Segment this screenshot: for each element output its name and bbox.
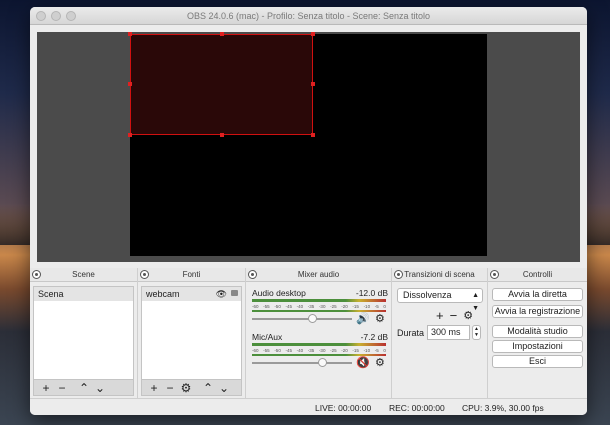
resize-handle-tr[interactable] (311, 32, 315, 36)
source-item-label: webcam (146, 289, 180, 299)
sources-dock-header: Fonti (138, 268, 245, 282)
track-name: Mic/Aux (252, 332, 283, 342)
scenes-dock-header: Scene (30, 268, 137, 282)
preview-area[interactable] (37, 32, 580, 262)
level-meter (252, 299, 386, 302)
sources-dock-title: Fonti (182, 270, 201, 279)
volume-slider-knob[interactable] (318, 358, 327, 367)
mixer-dock: Mixer audio Audio desktop -12.0 dB -60 -5… (246, 268, 392, 398)
transition-select[interactable]: Dissolvenza ▲ ▼ (397, 288, 483, 312)
window-title: OBS 24.0.6 (mac) - Profilo: Senza titolo… (186, 11, 431, 21)
webcam-source-selection[interactable] (128, 32, 315, 137)
duration-label: Durata (397, 328, 425, 338)
gear-icon[interactable]: ⚙ (375, 312, 385, 325)
mixer-dock-title: Mixer audio (297, 270, 340, 279)
mixer-dock-header: Mixer audio (246, 268, 391, 282)
volume-slider-knob[interactable] (308, 314, 317, 323)
studio-mode-button[interactable]: Modalità studio (492, 325, 583, 338)
speaker-icon[interactable]: 🔊 (356, 312, 370, 325)
resize-handle-ml[interactable] (128, 82, 132, 86)
settings-button[interactable]: Impostazioni (492, 340, 583, 353)
start-streaming-button[interactable]: Avvia la diretta (492, 288, 583, 301)
chevron-updown-icon: ▲ ▼ (472, 292, 479, 312)
transitions-dock: Transizioni di scena Dissolvenza ▲ ▼ + − … (392, 268, 488, 398)
scenes-list[interactable]: Scena (33, 286, 134, 380)
add-source-icon[interactable]: + (146, 381, 162, 395)
dock-float-icon[interactable] (248, 270, 257, 279)
resize-handle-bl[interactable] (128, 133, 132, 137)
eye-icon[interactable]: 👁 (216, 287, 227, 301)
close-window-button[interactable] (36, 11, 46, 21)
controls-dock-title: Controlli (522, 270, 553, 279)
move-down-icon[interactable]: ⌄ (216, 381, 232, 395)
add-scene-icon[interactable]: + (38, 381, 54, 395)
cpu-status: CPU: 3.9%, 30.00 fps (462, 403, 544, 413)
track-name: Audio desktop (252, 288, 306, 298)
controls-dock-header: Controlli (488, 268, 587, 282)
remove-transition-icon[interactable]: − (450, 308, 458, 323)
dock-float-icon[interactable] (394, 270, 403, 279)
status-bar: LIVE: 00:00:00 REC: 00:00:00 CPU: 3.9%, … (30, 398, 587, 415)
window-controls (36, 11, 76, 21)
scenes-dock-title: Scene (72, 270, 95, 279)
dock-panels: Scene Scena + − ⌃ ⌄ Fonti webcam 👁 + − ⚙… (30, 268, 587, 398)
remove-source-icon[interactable]: − (162, 381, 178, 395)
minimize-window-button[interactable] (51, 11, 61, 21)
dock-float-icon[interactable] (32, 270, 41, 279)
title-bar[interactable]: OBS 24.0.6 (mac) - Profilo: Senza titolo… (30, 7, 587, 25)
add-transition-icon[interactable]: + (436, 308, 444, 323)
gear-icon[interactable]: ⚙ (375, 356, 385, 369)
duration-input[interactable]: 300 ms (427, 325, 470, 340)
meter-ticks: -60 -55 -50 -45 -40 -35 -30 -25 -20 -15 -10 -5 0 (252, 348, 386, 353)
controls-dock: Controlli Avvia la diretta Avvia la regi… (488, 268, 587, 398)
scenes-toolbar: + − ⌃ ⌄ (33, 380, 134, 396)
volume-slider[interactable] (252, 314, 352, 323)
scenes-dock: Scene Scena + − ⌃ ⌄ (30, 268, 138, 398)
muted-speaker-icon[interactable]: 🔇 (356, 356, 370, 369)
remove-scene-icon[interactable]: − (54, 381, 70, 395)
resize-handle-tl[interactable] (128, 32, 132, 36)
sources-toolbar: + − ⚙ ⌃ ⌄ (141, 380, 242, 396)
sources-dock: Fonti webcam 👁 + − ⚙ ⌃ ⌄ (138, 268, 246, 398)
lock-icon[interactable] (231, 290, 238, 296)
move-up-icon[interactable]: ⌃ (76, 381, 92, 395)
preview-canvas[interactable] (128, 32, 487, 256)
transitions-dock-title: Transizioni di scena (404, 270, 475, 279)
duration-stepper[interactable]: ▲ ▼ (472, 325, 481, 340)
dock-float-icon[interactable] (490, 270, 499, 279)
meter-ticks: -60 -55 -50 -45 -40 -35 -30 -25 -20 -15 -10 -5 0 (252, 304, 386, 309)
sources-list[interactable]: webcam 👁 (141, 286, 242, 380)
gear-icon[interactable]: ⚙ (178, 381, 194, 395)
move-up-icon[interactable]: ⌃ (200, 381, 216, 395)
move-down-icon[interactable]: ⌄ (92, 381, 108, 395)
start-recording-button[interactable]: Avvia la registrazione (492, 305, 583, 318)
scene-item[interactable]: Scena (34, 287, 133, 301)
level-meter (252, 343, 386, 346)
volume-slider[interactable] (252, 358, 352, 367)
resize-handle-br[interactable] (311, 133, 315, 137)
transition-actions: + − ⚙ (436, 308, 473, 323)
transitions-dock-header: Transizioni di scena (392, 268, 487, 282)
resize-handle-bm[interactable] (220, 133, 224, 137)
resize-handle-mr[interactable] (311, 82, 315, 86)
obs-window: OBS 24.0.6 (mac) - Profilo: Senza titolo… (30, 7, 587, 415)
transition-select-value: Dissolvenza (403, 290, 452, 300)
zoom-window-button[interactable] (66, 11, 76, 21)
track-db: -12.0 dB (355, 288, 388, 298)
source-item[interactable]: webcam 👁 (142, 287, 241, 301)
exit-button[interactable]: Esci (492, 355, 583, 368)
dock-float-icon[interactable] (140, 270, 149, 279)
gear-icon[interactable]: ⚙ (463, 309, 473, 322)
rec-status: REC: 00:00:00 (389, 403, 445, 413)
track-db: -7.2 dB (360, 332, 388, 342)
resize-handle-tm[interactable] (220, 32, 224, 36)
live-status: LIVE: 00:00:00 (315, 403, 372, 413)
